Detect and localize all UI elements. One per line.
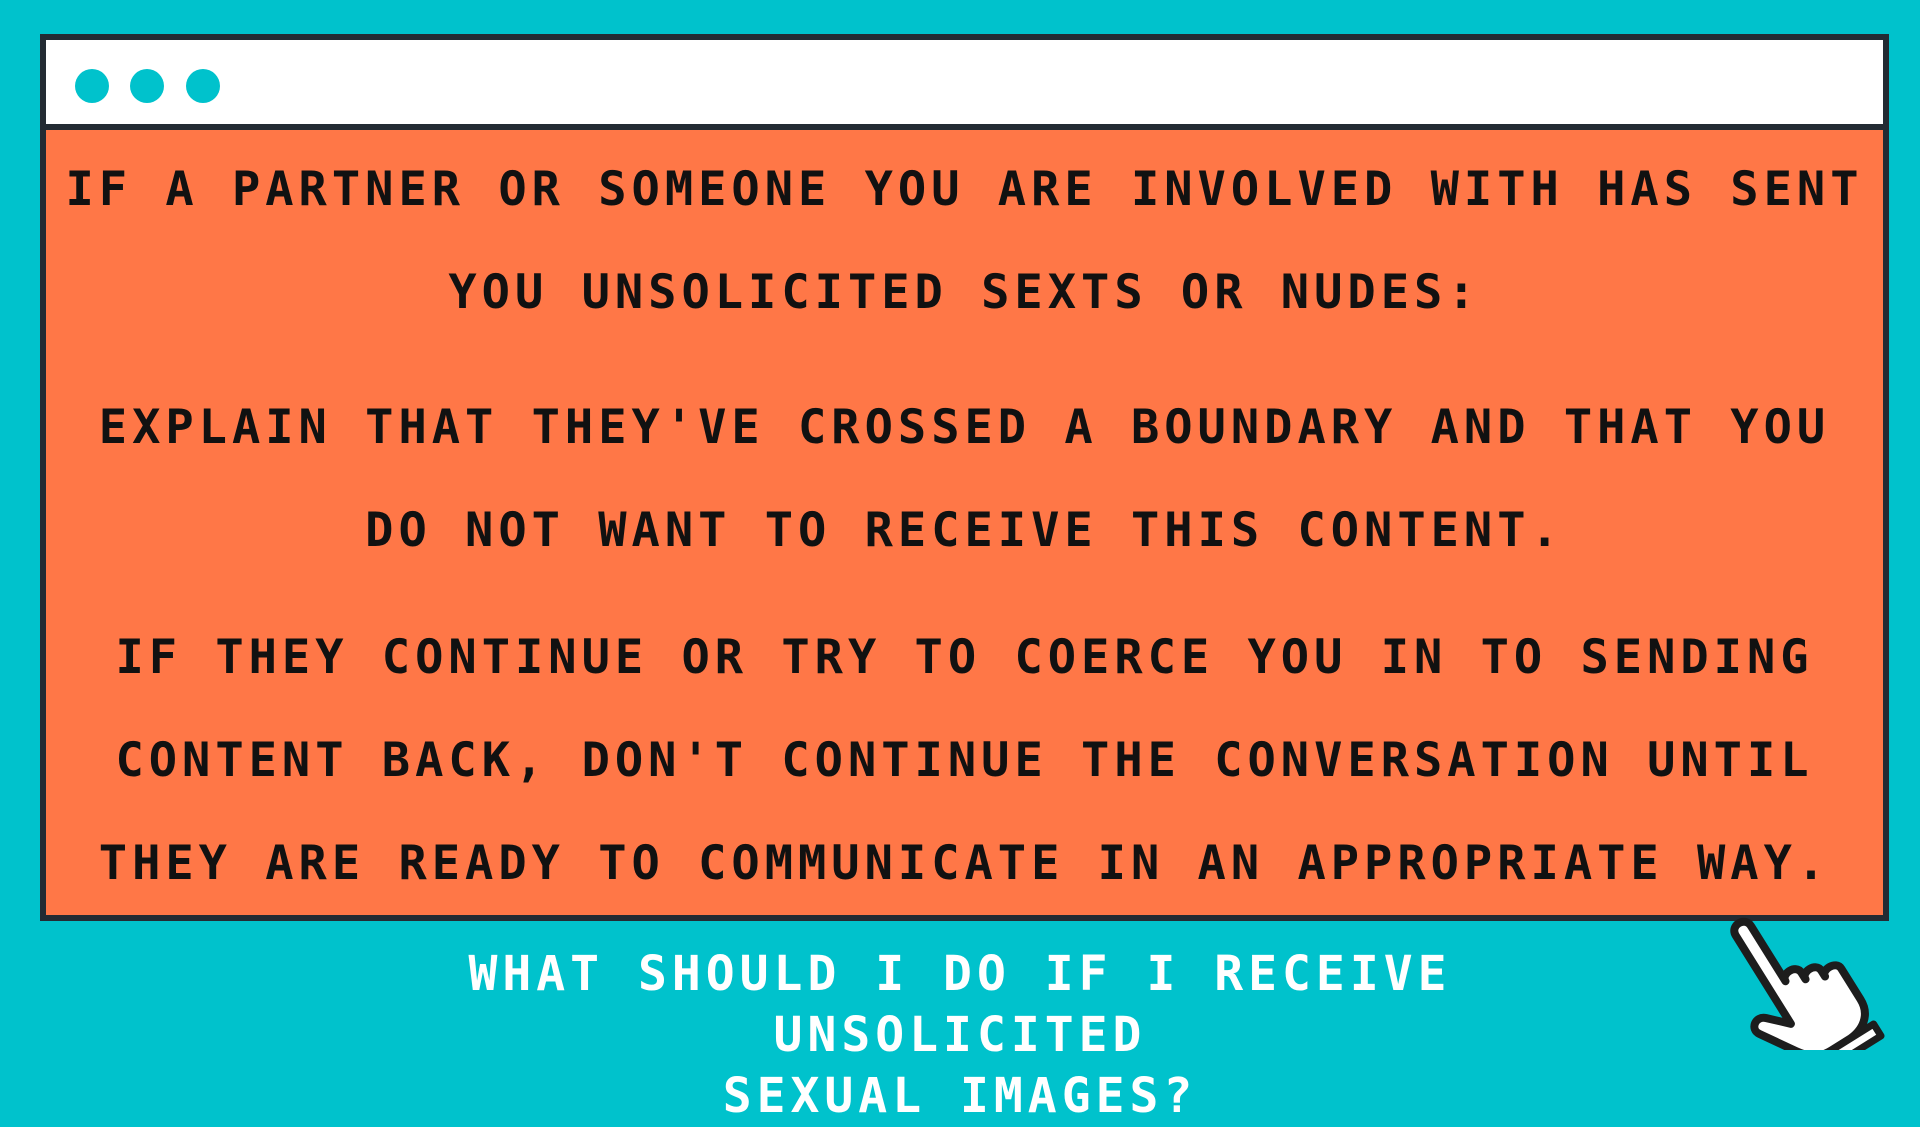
window-dot-2-icon[interactable] [130,69,164,103]
window-content: IF A PARTNER OR SOMEONE YOU ARE INVOLVED… [46,130,1883,915]
footer-line-1: WHAT SHOULD I DO IF I RECEIVE UNSOLICITE… [468,946,1452,1063]
window-title-bar [46,40,1883,130]
window-dot-3-icon[interactable] [186,69,220,103]
footer-question: WHAT SHOULD I DO IF I RECEIVE UNSOLICITE… [290,944,1630,1127]
explain-paragraph: EXPLAIN THAT THEY'VE CROSSED A BOUNDARY … [98,400,1831,558]
footer-line-2: SEXUAL IMAGES? [722,1068,1198,1124]
continue-paragraph: IF THEY CONTINUE OR TRY TO COERCE YOU IN… [98,630,1831,891]
pointing-hand-cursor-icon [1730,917,1885,1050]
browser-window: IF A PARTNER OR SOMEONE YOU ARE INVOLVED… [40,34,1889,921]
window-dot-1-icon[interactable] [75,69,109,103]
intro-paragraph: IF A PARTNER OR SOMEONE YOU ARE INVOLVED… [65,162,1864,320]
